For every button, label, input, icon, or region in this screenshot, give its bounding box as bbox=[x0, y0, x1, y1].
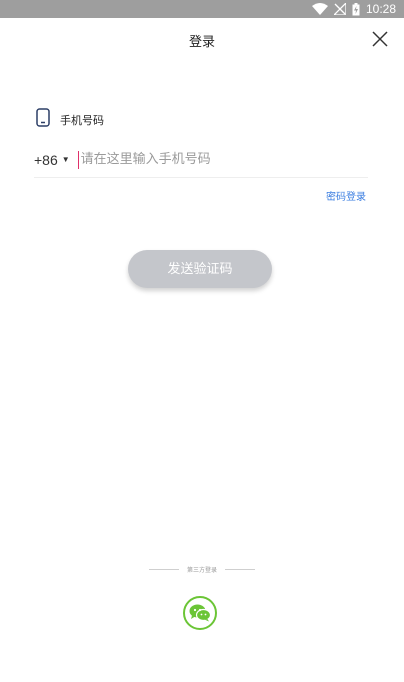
country-code-select[interactable]: +86 ▼ bbox=[34, 152, 70, 168]
phone-icon bbox=[36, 108, 50, 131]
wechat-icon bbox=[189, 604, 211, 622]
divider-line-left bbox=[148, 569, 179, 570]
third-party-label: 第三方登录 bbox=[186, 567, 217, 574]
phone-label-row: 手机号码 bbox=[36, 108, 104, 131]
country-code-value: +86 bbox=[34, 151, 58, 168]
wechat-login-button[interactable] bbox=[183, 596, 217, 630]
password-login-link[interactable]: 密码登录 bbox=[326, 188, 366, 203]
wifi-icon bbox=[311, 3, 328, 15]
divider-line-right bbox=[225, 569, 255, 570]
third-party-divider: 第三方登录 bbox=[0, 565, 404, 574]
send-code-button[interactable]: 发送验证码 bbox=[128, 250, 272, 288]
title-bar: 登录 bbox=[0, 18, 404, 62]
phone-label: 手机号码 bbox=[60, 113, 104, 127]
status-time: 10:28 bbox=[365, 2, 396, 16]
close-icon bbox=[372, 31, 388, 47]
phone-number-input[interactable] bbox=[77, 150, 368, 169]
battery-charging-icon bbox=[352, 2, 360, 16]
status-bar: 10:28 bbox=[0, 0, 404, 18]
page-title: 登录 bbox=[188, 35, 215, 50]
phone-input-row: +86 ▼ bbox=[34, 142, 368, 178]
status-icons: 10:28 bbox=[311, 0, 396, 18]
signal-off-icon bbox=[333, 3, 346, 15]
close-button[interactable] bbox=[370, 29, 390, 49]
caret-down-icon: ▼ bbox=[61, 155, 70, 164]
